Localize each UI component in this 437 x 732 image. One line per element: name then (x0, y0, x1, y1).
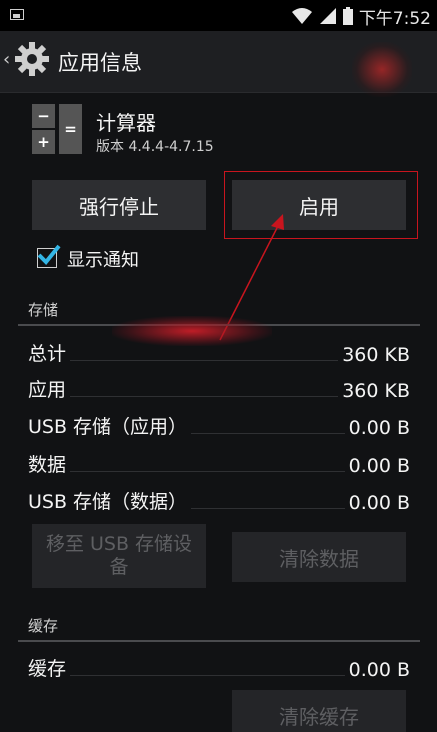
row-label: 总计 (28, 343, 67, 365)
clear-data-button[interactable]: 清除数据 (232, 532, 406, 582)
clear-cache-button[interactable]: 清除缓存 (232, 690, 406, 732)
row-label: 应用 (28, 379, 67, 401)
cache-divider (18, 640, 420, 642)
row-leader (70, 675, 345, 676)
row-label: 缓存 (28, 658, 67, 680)
storage-section-header: 存储 (28, 301, 59, 319)
row-leader (191, 433, 345, 434)
row-leader (191, 508, 345, 509)
storage-row-usb-app: USB 存储（应用） 0.00 B (28, 409, 410, 439)
storage-row-usb-data: USB 存储（数据） 0.00 B (28, 484, 410, 514)
row-value: 0.00 B (348, 455, 410, 477)
storage-row-data: 数据 0.00 B (28, 447, 410, 477)
show-notifications-label: 显示通知 (67, 250, 139, 271)
row-value: 0.00 B (348, 417, 410, 439)
row-value: 0.00 B (348, 659, 410, 681)
checkmark-icon (37, 244, 61, 265)
row-value: 0.00 B (348, 492, 410, 514)
row-value: 360 KB (342, 380, 410, 402)
cache-row: 缓存 0.00 B (28, 651, 410, 681)
row-leader (70, 360, 339, 361)
storage-row-total: 总计 360 KB (28, 336, 410, 366)
row-leader (70, 396, 339, 397)
cache-section-header: 缓存 (28, 617, 59, 635)
row-label: USB 存储（应用） (28, 416, 188, 438)
move-to-usb-button[interactable]: 移至 USB 存储设备 (32, 524, 206, 588)
row-label: 数据 (28, 454, 67, 476)
annotation-arrow (219, 214, 284, 341)
row-leader (70, 471, 345, 472)
show-notifications-checkbox[interactable] (37, 244, 61, 268)
row-value: 360 KB (342, 344, 410, 366)
row-label: USB 存储（数据） (28, 491, 188, 513)
storage-row-app: 应用 360 KB (28, 372, 410, 402)
